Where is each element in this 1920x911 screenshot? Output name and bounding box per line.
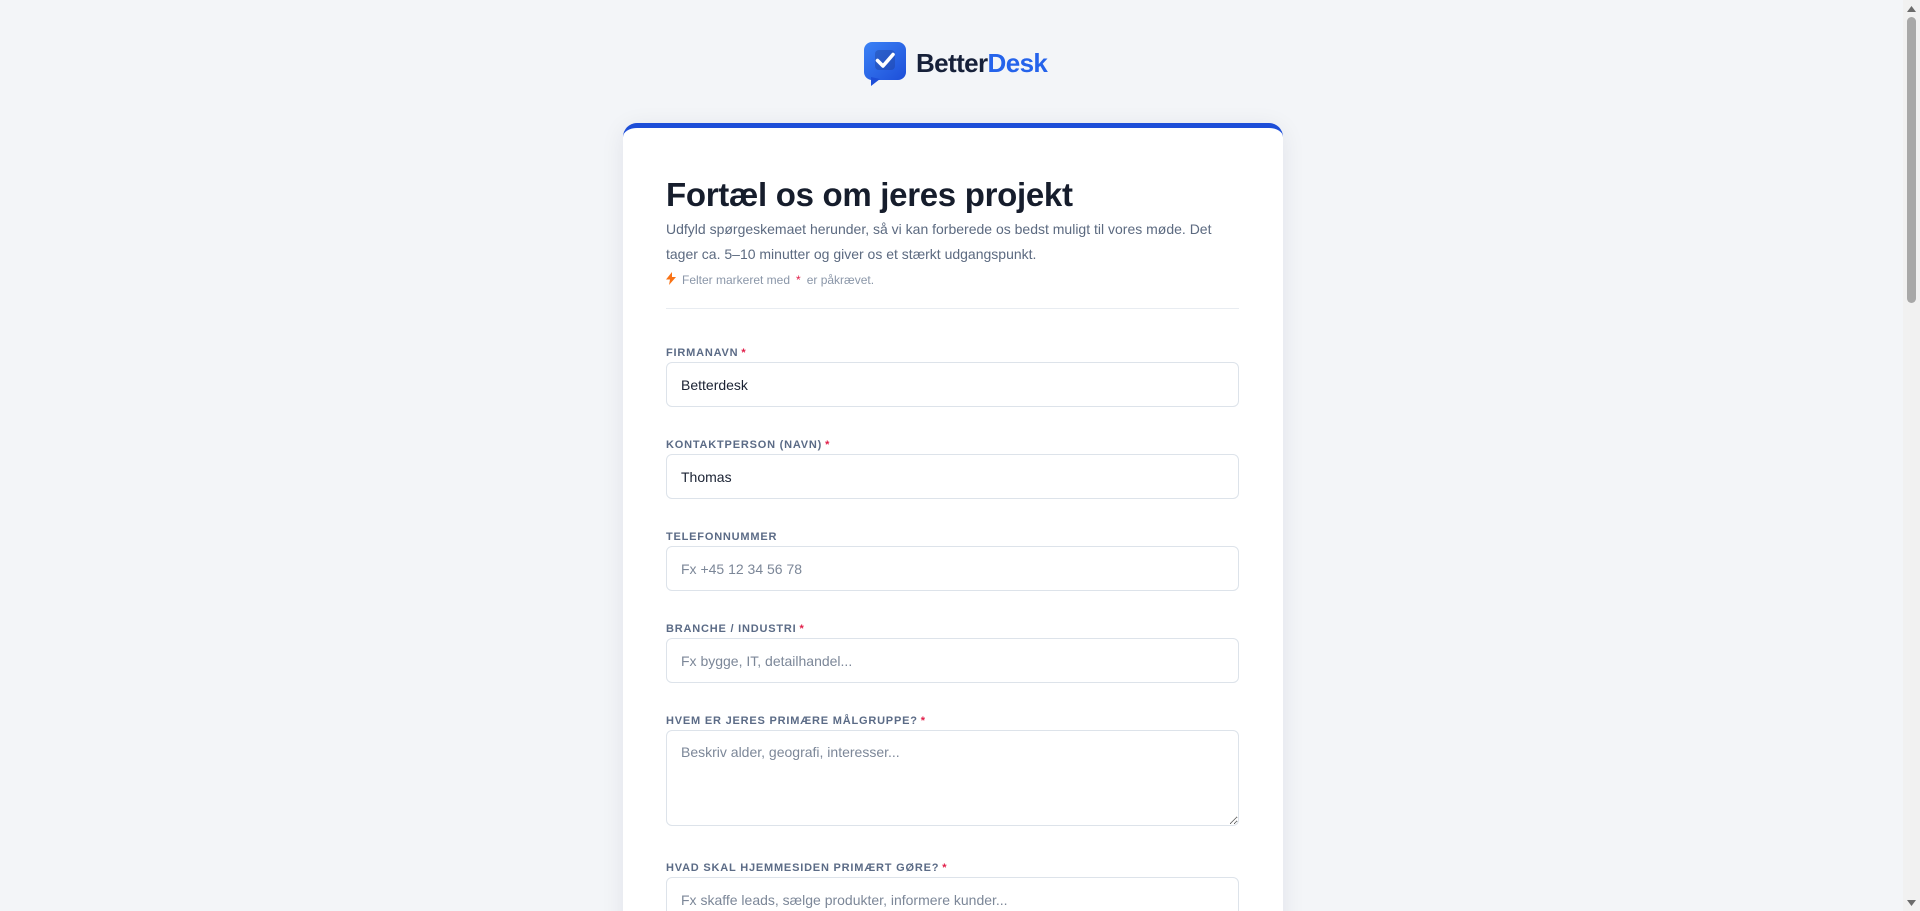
company-name-field: FIRMANAVN * — [666, 347, 1239, 407]
required-note-suffix: er påkrævet. — [806, 273, 875, 287]
website-goal-label: HVAD SKAL HJEMMESIDEN PRIMÆRT GØRE? * — [666, 862, 948, 874]
company-name-label: FIRMANAVN * — [666, 347, 747, 359]
industry-label: BRANCHE / INDUSTRI * — [666, 623, 805, 635]
intro-text: Udfyld spørgeskemaet herunder, så vi kan… — [666, 221, 1212, 262]
website-goal-field: HVAD SKAL HJEMMESIDEN PRIMÆRT GØRE? * — [666, 862, 1239, 911]
industry-field: BRANCHE / INDUSTRI * — [666, 623, 1239, 683]
page-title: Fortæl os om jeres projekt — [666, 176, 1073, 213]
brand-name-part2: Desk — [987, 48, 1048, 78]
contact-person-label: KONTAKTPERSON (NAVN) * — [666, 439, 831, 451]
required-note-prefix: Felter markeret med — [682, 273, 791, 287]
brand-name-part1: Better — [916, 48, 988, 78]
phone-field: TELEFONNUMMER — [666, 531, 1239, 591]
contact-person-field: KONTAKTPERSON (NAVN) * — [666, 439, 1239, 499]
scroll-up-arrow-icon[interactable] — [1903, 0, 1920, 17]
page-scrollbar[interactable] — [1903, 0, 1920, 911]
logo-icon — [863, 41, 908, 86]
scroll-down-arrow-icon[interactable] — [1903, 894, 1920, 911]
divider — [666, 308, 1239, 309]
brand-name: BetterDesk — [916, 48, 1048, 79]
phone-input[interactable] — [666, 546, 1239, 591]
bolt-icon — [666, 272, 676, 288]
target-audience-field: HVEM ER JERES PRIMÆRE MÅLGRUPPE? * — [666, 715, 1239, 826]
company-name-input[interactable] — [666, 362, 1239, 407]
target-audience-textarea[interactable] — [666, 730, 1239, 826]
required-note-star: * — [796, 273, 801, 287]
website-goal-input[interactable] — [666, 877, 1239, 911]
phone-label: TELEFONNUMMER — [666, 531, 778, 543]
scroll-thumb[interactable] — [1907, 17, 1916, 303]
contact-person-input[interactable] — [666, 454, 1239, 499]
brand-logo: BetterDesk — [863, 41, 1048, 86]
industry-input[interactable] — [666, 638, 1239, 683]
form-card: Fortæl os om jeres projekt Udfyld spørge… — [623, 123, 1283, 911]
target-audience-label: HVEM ER JERES PRIMÆRE MÅLGRUPPE? * — [666, 715, 926, 727]
required-note: Felter markeret med * er påkrævet. — [666, 272, 874, 288]
